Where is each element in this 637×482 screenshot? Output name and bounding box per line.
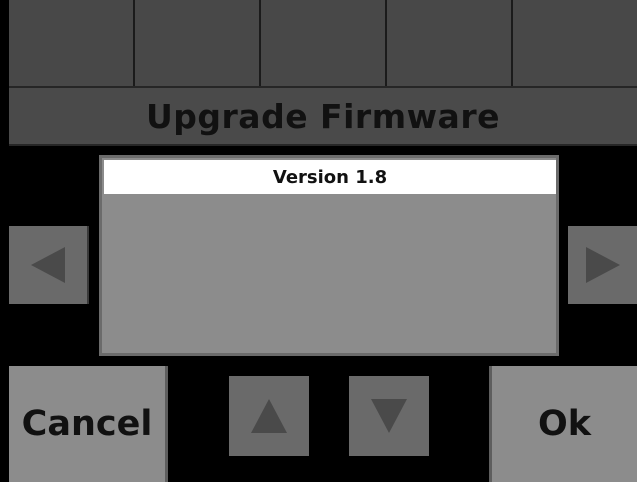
cancel-label: Cancel <box>21 404 153 444</box>
tab-2[interactable] <box>135 0 261 86</box>
top-tab-strip <box>9 0 637 86</box>
page-title: Upgrade Firmware <box>145 96 500 136</box>
ok-label: Ok <box>537 404 592 444</box>
triangle-right-icon <box>585 247 620 283</box>
cancel-button[interactable]: Cancel <box>9 366 168 482</box>
next-button[interactable] <box>568 226 637 304</box>
title-bar: Upgrade Firmware <box>9 86 637 146</box>
triangle-left-icon <box>31 247 65 283</box>
version-header: Version 1.8 <box>104 160 556 194</box>
ok-button[interactable]: Ok <box>489 366 637 482</box>
version-panel: Version 1.8 <box>99 155 559 356</box>
version-label: Version 1.8 <box>272 166 388 188</box>
firmware-upgrade-screen: Upgrade Firmware Version 1.8 Cancel Ok <box>0 0 637 482</box>
triangle-down-icon <box>371 399 407 433</box>
scroll-down-button[interactable] <box>349 376 429 456</box>
previous-button[interactable] <box>9 226 89 304</box>
scroll-up-button[interactable] <box>229 376 309 456</box>
tab-5[interactable] <box>513 0 637 86</box>
tab-3[interactable] <box>261 0 387 86</box>
tab-1[interactable] <box>9 0 135 86</box>
triangle-up-icon <box>251 399 287 433</box>
tab-4[interactable] <box>387 0 513 86</box>
